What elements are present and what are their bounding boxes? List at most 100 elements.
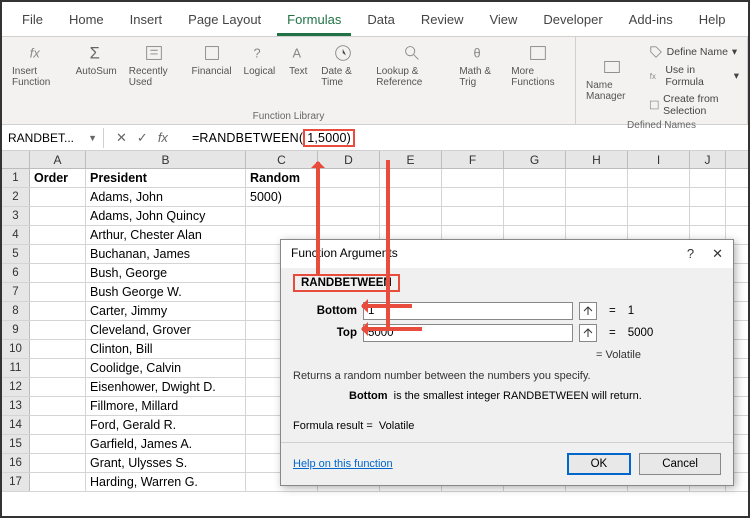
cell[interactable]	[318, 188, 380, 206]
tab-formulas[interactable]: Formulas	[277, 6, 351, 36]
cell[interactable]	[30, 340, 86, 358]
cell[interactable]: Cleveland, Grover	[86, 321, 246, 339]
cell[interactable]: Random	[246, 169, 318, 187]
top-range-picker[interactable]	[579, 324, 597, 342]
cell[interactable]	[30, 264, 86, 282]
define-name-button[interactable]: Define Name ▾	[647, 44, 741, 60]
col-header-C[interactable]: C	[246, 151, 318, 168]
cell[interactable]	[30, 283, 86, 301]
cell[interactable]	[504, 169, 566, 187]
cell[interactable]	[442, 169, 504, 187]
row-header[interactable]: 11	[2, 359, 30, 377]
cell[interactable]	[30, 397, 86, 415]
cell[interactable]: Harding, Warren G.	[86, 473, 246, 491]
logical-button[interactable]: ? Logical	[240, 40, 280, 79]
financial-button[interactable]: Financial	[188, 40, 236, 79]
name-box-dropdown-icon[interactable]: ▼	[88, 133, 97, 143]
cell[interactable]: 5000)	[246, 188, 318, 206]
cell[interactable]	[30, 378, 86, 396]
more-functions-button[interactable]: More Functions	[507, 40, 569, 90]
dialog-titlebar[interactable]: Function Arguments ? ✕	[281, 240, 733, 268]
tab-home[interactable]: Home	[59, 6, 114, 36]
name-box[interactable]: RANDBET... ▼	[2, 128, 104, 148]
cell[interactable]	[504, 188, 566, 206]
cancel-button[interactable]: Cancel	[639, 453, 721, 475]
row-header[interactable]: 13	[2, 397, 30, 415]
row-header[interactable]: 15	[2, 435, 30, 453]
cell[interactable]: Clinton, Bill	[86, 340, 246, 358]
cell[interactable]: Adams, John Quincy	[86, 207, 246, 225]
cell[interactable]: Fillmore, Millard	[86, 397, 246, 415]
cell[interactable]: Adams, John	[86, 188, 246, 206]
cell[interactable]	[30, 435, 86, 453]
cell[interactable]	[30, 188, 86, 206]
enter-formula-button[interactable]: ✓	[137, 130, 148, 146]
row-header[interactable]: 12	[2, 378, 30, 396]
row-header[interactable]: 17	[2, 473, 30, 491]
cell[interactable]: Carter, Jimmy	[86, 302, 246, 320]
cell[interactable]: President	[86, 169, 246, 187]
cell[interactable]	[690, 188, 726, 206]
cell[interactable]	[566, 169, 628, 187]
cell[interactable]	[442, 188, 504, 206]
cell[interactable]	[628, 169, 690, 187]
col-header-G[interactable]: G	[504, 151, 566, 168]
tab-help[interactable]: Help	[689, 6, 736, 36]
col-header-F[interactable]: F	[442, 151, 504, 168]
help-link[interactable]: Help on this function	[293, 458, 393, 470]
autosum-button[interactable]: Σ AutoSum	[72, 40, 121, 79]
col-header-D[interactable]: D	[318, 151, 380, 168]
cell[interactable]: Order	[30, 169, 86, 187]
cancel-formula-button[interactable]: ✕	[116, 130, 127, 146]
cell[interactable]	[30, 207, 86, 225]
col-header-B[interactable]: B	[86, 151, 246, 168]
cell[interactable]	[30, 321, 86, 339]
row-header[interactable]: 6	[2, 264, 30, 282]
cell[interactable]	[30, 302, 86, 320]
ok-button[interactable]: OK	[567, 453, 632, 475]
cell[interactable]	[30, 473, 86, 491]
row-header[interactable]: 2	[2, 188, 30, 206]
tab-insert[interactable]: Insert	[120, 6, 173, 36]
cell[interactable]	[318, 169, 380, 187]
date-time-button[interactable]: Date & Time	[317, 40, 368, 90]
cell[interactable]	[690, 207, 726, 225]
col-header-A[interactable]: A	[30, 151, 86, 168]
name-manager-button[interactable]: Name Manager	[582, 54, 643, 104]
tab-page-layout[interactable]: Page Layout	[178, 6, 271, 36]
create-from-selection-button[interactable]: Create from Selection	[647, 92, 741, 118]
col-header-H[interactable]: H	[566, 151, 628, 168]
cell[interactable]: Bush George W.	[86, 283, 246, 301]
row-header[interactable]: 7	[2, 283, 30, 301]
cell[interactable]	[690, 169, 726, 187]
row-header[interactable]: 14	[2, 416, 30, 434]
row-header[interactable]: 1	[2, 169, 30, 187]
dialog-help-icon[interactable]: ?	[687, 246, 694, 262]
tab-file[interactable]: File	[12, 6, 53, 36]
cell[interactable]: Arthur, Chester Alan	[86, 226, 246, 244]
cell[interactable]	[318, 207, 380, 225]
col-header-J[interactable]: J	[690, 151, 726, 168]
cell[interactable]	[246, 207, 318, 225]
recently-used-button[interactable]: Recently Used	[125, 40, 184, 90]
cell[interactable]: Grant, Ulysses S.	[86, 454, 246, 472]
row-header[interactable]: 8	[2, 302, 30, 320]
cell[interactable]	[628, 207, 690, 225]
cell[interactable]: Ford, Gerald R.	[86, 416, 246, 434]
use-in-formula-button[interactable]: fxUse in Formula ▾	[647, 63, 741, 89]
cell[interactable]: Bush, George	[86, 264, 246, 282]
cell[interactable]	[566, 188, 628, 206]
cell[interactable]	[30, 359, 86, 377]
cell[interactable]	[30, 416, 86, 434]
cell[interactable]: Eisenhower, Dwight D.	[86, 378, 246, 396]
row-header[interactable]: 9	[2, 321, 30, 339]
formula-bar[interactable]: =RANDBETWEEN(1,5000)	[186, 127, 361, 149]
cell[interactable]	[566, 207, 628, 225]
cell[interactable]: Coolidge, Calvin	[86, 359, 246, 377]
row-header[interactable]: 4	[2, 226, 30, 244]
cell[interactable]	[628, 188, 690, 206]
fx-icon[interactable]: fx	[158, 130, 174, 146]
col-header-I[interactable]: I	[628, 151, 690, 168]
math-button[interactable]: θ Math & Trig	[455, 40, 503, 90]
tab-addins[interactable]: Add-ins	[619, 6, 683, 36]
